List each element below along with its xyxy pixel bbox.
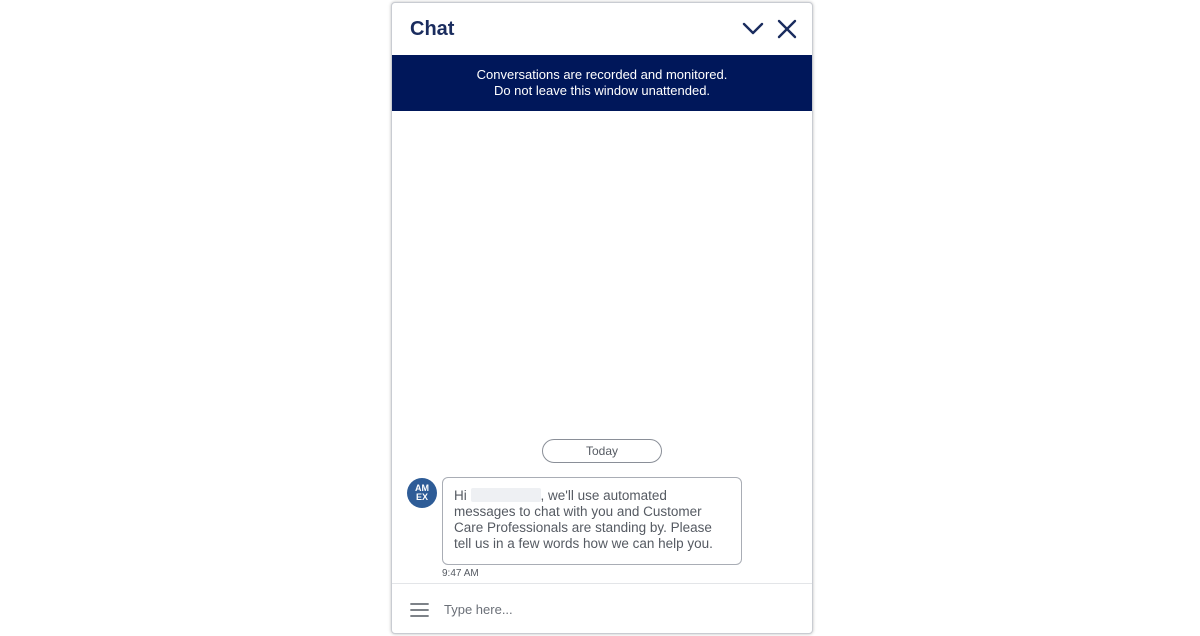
minimize-button[interactable] [742,18,764,40]
message-input[interactable] [442,601,786,618]
menu-button[interactable] [409,600,429,620]
close-icon [777,19,797,39]
redacted-name [470,488,541,502]
hamburger-menu-icon [409,602,429,617]
message-greeting: Hi [454,488,467,503]
chat-window: Chat Conversations are recorded and moni… [391,2,813,634]
messages-area[interactable]: Today AM EX Hi , we'll use automated mes… [392,111,812,583]
date-separator: Today [542,439,662,463]
avatar-text-line-2: EX [415,492,428,502]
chat-header: Chat [392,3,812,55]
close-button[interactable] [776,18,798,40]
header-actions [742,18,798,40]
message-composer [392,583,812,633]
notice-line-2: Do not leave this window unattended. [493,83,711,98]
agent-avatar: AM EX [407,478,437,508]
chat-title: Chat [410,17,455,40]
notice-line-1: Conversations are recorded and monitored… [476,67,728,82]
recording-notice-banner: Conversations are recorded and monitored… [392,55,812,111]
chevron-down-icon [742,22,764,35]
message-timestamp: 9:47 AM [442,568,479,579]
message-bubble: Hi , we'll use automated messages to cha… [442,477,742,565]
